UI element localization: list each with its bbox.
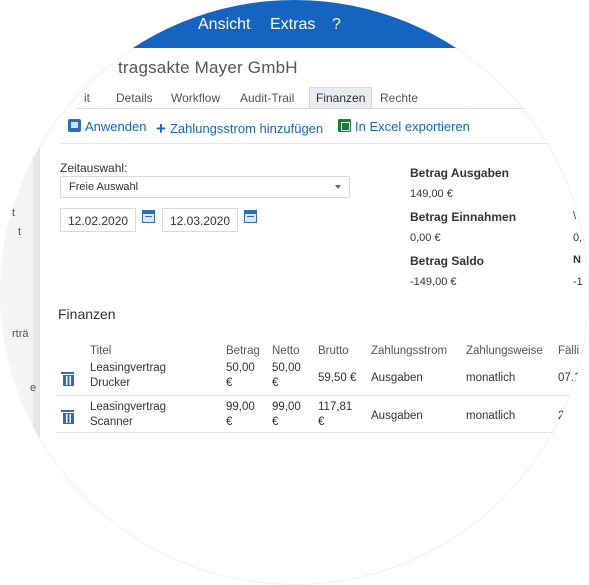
sidebar-item-label[interactable]: e xyxy=(30,382,36,394)
table-cell-titel: Leasingvertrag Drucker xyxy=(90,362,167,389)
zeitauswahl-value: Freie Auswahl xyxy=(69,181,139,193)
date-to-input[interactable]: 12.03.2020 xyxy=(162,208,238,232)
tab-rechte[interactable]: Rechte xyxy=(374,89,424,107)
tab-workflow[interactable]: Workflow xyxy=(165,89,226,107)
column-header-netto[interactable]: Netto xyxy=(272,345,300,357)
cut-off-label: N xyxy=(573,254,581,266)
ausgaben-label: Betrag Ausgaben xyxy=(410,166,509,180)
einnahmen-label: Betrag Einnahmen xyxy=(410,210,517,224)
export-excel-label: In Excel exportieren xyxy=(355,119,470,134)
add-payment-stream-label: Zahlungsstrom hinzufügen xyxy=(169,121,324,136)
zeitauswahl-label: Zeitauswahl: xyxy=(60,161,128,175)
einnahmen-value: 0,00 € xyxy=(410,232,441,244)
row-divider xyxy=(56,395,589,396)
tab-overview[interactable]: it xyxy=(78,89,96,107)
date-from-value: 12.02.2020 xyxy=(68,214,129,228)
excel-icon xyxy=(338,119,351,132)
apply-button[interactable]: Anwenden xyxy=(68,119,146,134)
table-cell-netto: 50,00 € xyxy=(272,362,301,389)
table-cell-zahlungsstrom: Ausgaben xyxy=(371,372,423,384)
plus-icon: + xyxy=(156,119,166,138)
tab-bar: it Details Workflow Audit-Trail Finanzen… xyxy=(76,87,589,109)
chevron-down-icon xyxy=(335,185,341,189)
column-header-betrag[interactable]: Betrag xyxy=(226,345,260,357)
cut-off-label: \ xyxy=(573,210,577,222)
table-cell-faellig: 07.1 xyxy=(558,372,581,384)
toolbar: Anwenden + Zahlungsstrom hinzufügen In Ex… xyxy=(60,116,589,144)
table-cell-brutto: 117,81 € xyxy=(318,401,353,428)
date-to-value: 12.03.2020 xyxy=(170,214,231,228)
trash-icon[interactable] xyxy=(61,372,74,386)
calendar-icon[interactable] xyxy=(142,210,155,223)
table-cell-brutto: 59,50 € xyxy=(318,372,357,384)
cut-off-value: 0, xyxy=(573,232,583,244)
saldo-value: -149,00 € xyxy=(410,276,457,288)
cut-off-value: -1 xyxy=(573,276,583,288)
table-cell-faellig: 2 xyxy=(558,410,565,422)
table-cell-zahlungsweise: monatlich xyxy=(466,372,516,384)
apply-label: Anwenden xyxy=(85,119,147,134)
table-cell-zahlungsweise: monatlich xyxy=(466,410,516,422)
date-from-input[interactable]: 12.02.2020 xyxy=(60,208,136,232)
tab-details[interactable]: Details xyxy=(110,89,159,107)
column-header-zahlungsweise[interactable]: Zahlungsweise xyxy=(466,345,543,357)
table-cell-betrag: 50,00 € xyxy=(226,362,255,389)
screenshot-circle-frame: Ansicht Extras ? t t rträ e tragsakte Ma… xyxy=(0,0,589,585)
calendar-icon[interactable] xyxy=(244,210,257,223)
menu-help[interactable]: ? xyxy=(332,16,341,34)
column-header-zahlungsstrom[interactable]: Zahlungsstrom xyxy=(371,345,447,357)
column-header-titel[interactable]: Titel xyxy=(90,345,111,357)
sidebar-item-label[interactable]: rträ xyxy=(12,328,29,340)
table-cell-zahlungsstrom: Ausgaben xyxy=(371,410,423,422)
export-excel-button[interactable]: In Excel exportieren xyxy=(338,119,470,134)
saldo-label: Betrag Saldo xyxy=(410,254,485,268)
apply-icon xyxy=(68,119,81,132)
trash-icon[interactable] xyxy=(61,410,74,424)
column-header-faellig[interactable]: Fälli xyxy=(558,345,579,357)
sidebar-item-label[interactable]: t xyxy=(18,226,21,238)
page-title: tragsakte Mayer GmbH xyxy=(118,58,298,77)
table-cell-titel: Leasingvertrag Scanner xyxy=(90,401,167,428)
tab-finanzen[interactable]: Finanzen xyxy=(309,87,373,108)
column-header-brutto[interactable]: Brutto xyxy=(318,345,349,357)
menu-bar: Ansicht Extras ? xyxy=(0,0,589,48)
menu-extras[interactable]: Extras xyxy=(270,16,315,34)
sidebar-item-label[interactable]: t xyxy=(12,207,15,219)
row-divider xyxy=(56,432,589,433)
table-cell-netto: 99,00 € xyxy=(272,401,301,428)
add-payment-stream-button[interactable]: + Zahlungsstrom hinzufügen xyxy=(156,119,323,139)
menu-ansicht[interactable]: Ansicht xyxy=(198,16,250,34)
section-title: Finanzen xyxy=(58,306,116,322)
table-cell-betrag: 99,00 € xyxy=(226,401,255,428)
ausgaben-value: 149,00 € xyxy=(410,188,453,200)
zeitauswahl-select[interactable]: Freie Auswahl xyxy=(60,176,350,198)
tab-audit-trail[interactable]: Audit-Trail xyxy=(234,89,300,107)
